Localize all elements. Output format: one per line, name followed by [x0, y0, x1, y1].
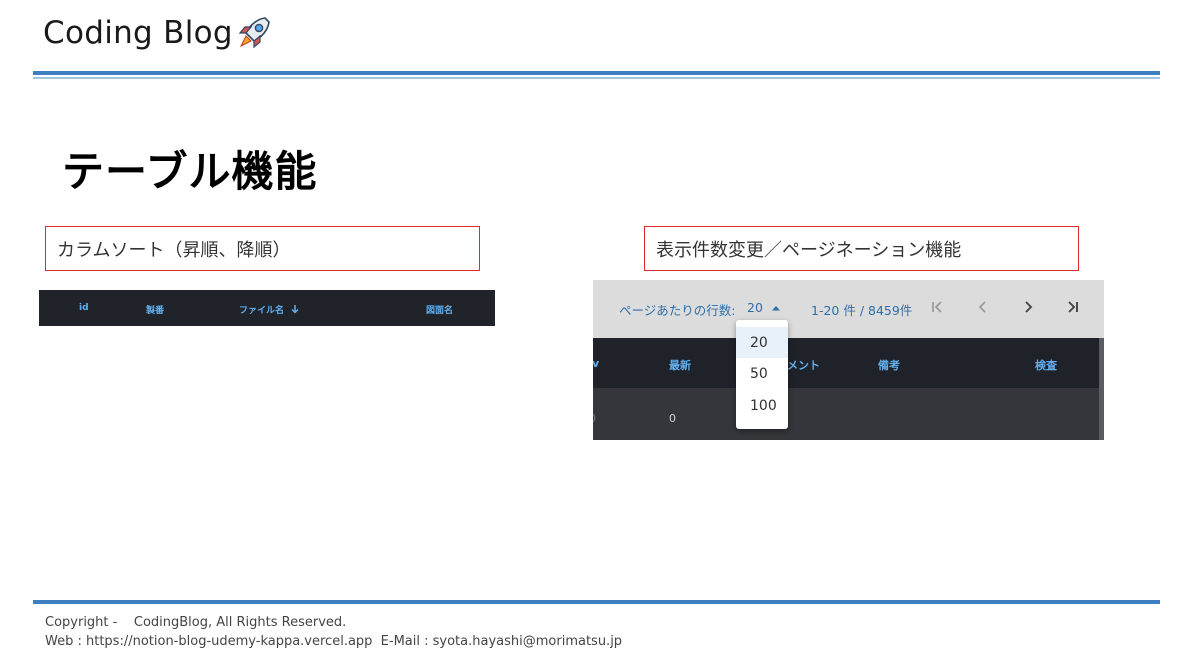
column-header-remarks[interactable]: 備考 [878, 357, 900, 373]
brand-title: Coding Blog [43, 15, 233, 51]
first-page-icon[interactable] [926, 296, 948, 318]
column-header-id[interactable]: id [79, 303, 89, 313]
column-header-inspection[interactable]: 検査 [1035, 357, 1057, 373]
footer-contact: Web : https://notion-blog-udemy-kappa.ve… [45, 634, 623, 649]
sortable-table-header: id 製番 ファイル名 図面名 [39, 290, 495, 326]
rows-per-page-menu: 20 50 100 [736, 320, 788, 429]
range-text: 1-20 件 / 8459件 [811, 303, 913, 318]
menu-option-100[interactable]: 100 [736, 390, 788, 421]
pagination-label: 表示件数変更／ページネーション機能 [644, 226, 1079, 271]
page-title: テーブル機能 [62, 147, 318, 196]
pagination-bar: ページあたりの行数: 20 1-20 件 / 8459件 [593, 280, 1104, 337]
data-table-header: v 最新 メント 備考 検査 [593, 338, 1099, 388]
column-sort-label: カラムソート（昇順、降順） [45, 226, 480, 271]
prev-page-icon[interactable] [972, 296, 994, 318]
menu-option-50[interactable]: 50 [736, 358, 788, 389]
column-header-comment[interactable]: メント [787, 357, 820, 373]
table-cell-partial: 0 [593, 412, 596, 425]
arrow-down-icon [291, 305, 299, 314]
column-header-filename[interactable]: ファイル名 [239, 303, 300, 316]
caret-up-icon [771, 306, 780, 311]
rows-per-page-value: 20 [747, 300, 763, 315]
footer-divider [33, 600, 1160, 604]
column-header-v[interactable]: v [593, 357, 599, 370]
column-header-drawing-name[interactable]: 図面名 [426, 303, 453, 316]
table-row[interactable]: 0 0 [593, 388, 1104, 440]
header-divider [33, 71, 1160, 75]
menu-option-20[interactable]: 20 [736, 327, 788, 358]
last-page-icon[interactable] [1062, 296, 1084, 318]
table-cell-latest: 0 [669, 412, 676, 425]
site-brand[interactable]: Coding Blog [43, 14, 273, 52]
rows-per-page-label: ページあたりの行数: [619, 303, 736, 318]
rocket-icon [238, 17, 270, 49]
pagination-panel: ページあたりの行数: 20 1-20 件 / 8459件 v 最新 メント 備考… [593, 280, 1104, 440]
column-header-latest[interactable]: 最新 [669, 357, 691, 373]
column-header-serial[interactable]: 製番 [146, 303, 164, 316]
rows-per-page-select[interactable]: 20 [747, 300, 781, 315]
footer-copyright: Copyright - CodingBlog, All Rights Reser… [45, 615, 347, 630]
column-header-filename-label: ファイル名 [239, 306, 285, 316]
vertical-scrollbar[interactable] [1099, 338, 1104, 440]
next-page-icon[interactable] [1017, 296, 1039, 318]
header-divider-thin [33, 77, 1160, 79]
